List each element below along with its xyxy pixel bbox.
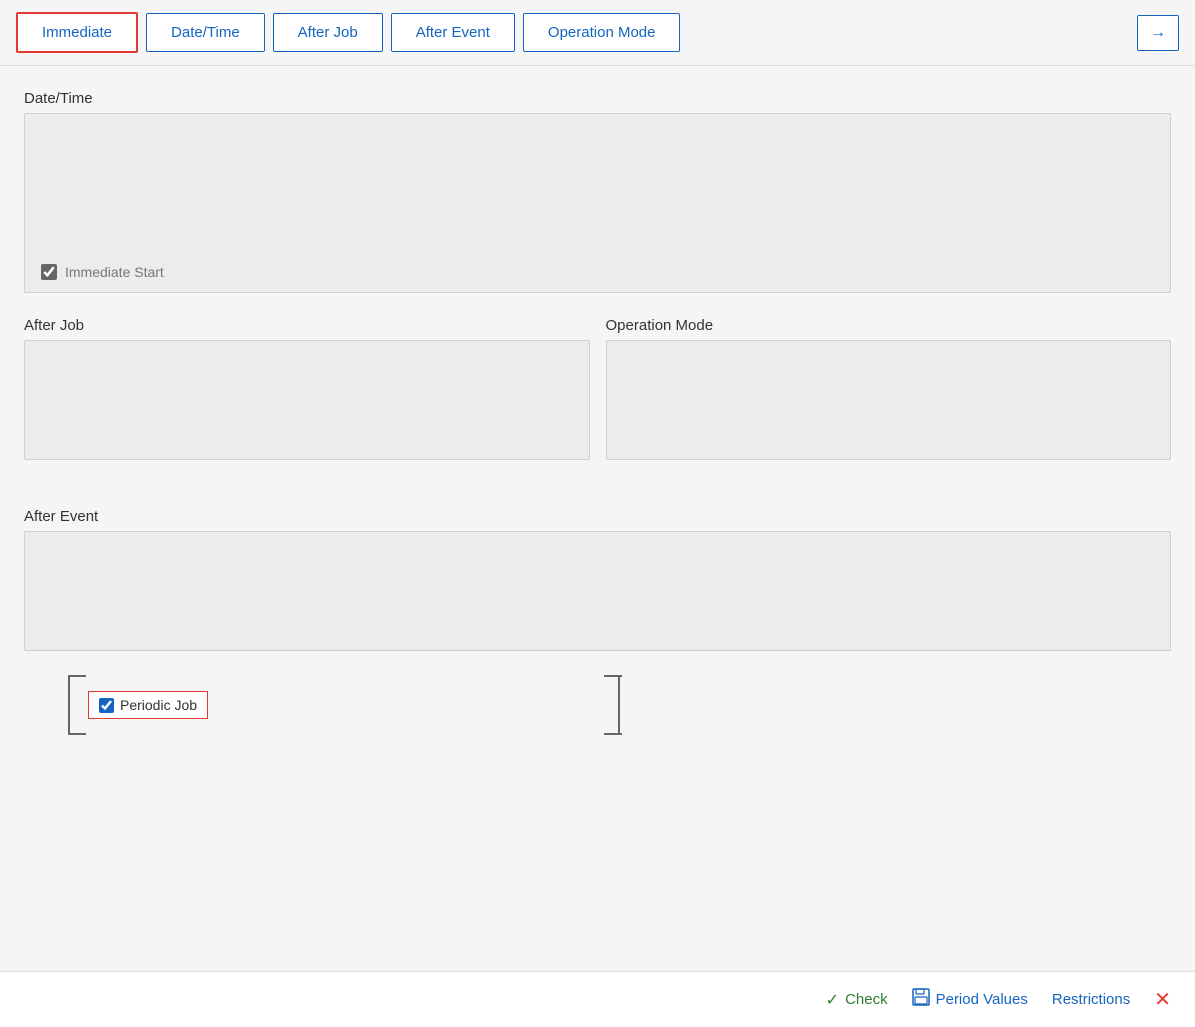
tab-after-event[interactable]: After Event: [391, 13, 515, 52]
two-col-section: After Job Operation Mode: [24, 317, 1171, 484]
immediate-start-checkbox[interactable]: [41, 264, 57, 280]
datetime-label: Date/Time: [24, 90, 1171, 107]
check-label: Check: [845, 991, 888, 1008]
operation-mode-panel: [606, 340, 1172, 460]
bottom-toolbar: ✓ Check Period Values Restrictions ✕: [0, 971, 1195, 1027]
after-event-panel: [24, 531, 1171, 651]
check-button[interactable]: ✓ Check: [826, 990, 888, 1010]
immediate-start-label: Immediate Start: [65, 264, 164, 280]
after-job-label: After Job: [24, 317, 590, 334]
content-area: Date/Time Immediate Start After Job Oper…: [0, 66, 1195, 1027]
periodic-job-label: Periodic Job: [120, 697, 197, 713]
periodic-job-box: Periodic Job: [88, 691, 208, 719]
periodic-section: Periodic Job: [24, 675, 1171, 735]
period-values-label: Period Values: [936, 991, 1028, 1008]
bracket-top-left: [68, 675, 86, 677]
periodic-job-checkbox[interactable]: [99, 698, 114, 713]
restrictions-label: Restrictions: [1052, 991, 1130, 1008]
period-values-button[interactable]: Period Values: [912, 988, 1028, 1011]
operation-mode-label: Operation Mode: [606, 317, 1172, 334]
operation-mode-col: Operation Mode: [606, 317, 1172, 484]
after-event-label: After Event: [24, 508, 1171, 525]
after-job-panel: [24, 340, 590, 460]
tab-datetime[interactable]: Date/Time: [146, 13, 265, 52]
tab-operation-mode[interactable]: Operation Mode: [523, 13, 681, 52]
datetime-panel: Immediate Start: [24, 113, 1171, 293]
save-icon: [912, 988, 930, 1011]
tab-immediate[interactable]: Immediate: [16, 12, 138, 53]
bracket-line-right: [618, 675, 620, 735]
datetime-section: Date/Time Immediate Start: [24, 90, 1171, 293]
immediate-start-row: Immediate Start: [41, 264, 1154, 280]
tab-after-job[interactable]: After Job: [273, 13, 383, 52]
restrictions-button[interactable]: Restrictions: [1052, 991, 1130, 1008]
check-icon: ✓: [826, 990, 839, 1010]
bracket-bottom-left: [68, 733, 86, 735]
close-button[interactable]: ✕: [1154, 987, 1171, 1012]
bracket-line-left: [68, 675, 70, 735]
tab-next-arrow[interactable]: →: [1137, 15, 1179, 51]
tab-bar: Immediate Date/Time After Job After Even…: [0, 0, 1195, 66]
after-event-section: After Event: [24, 508, 1171, 651]
main-container: Immediate Date/Time After Job After Even…: [0, 0, 1195, 1027]
close-icon: ✕: [1154, 987, 1171, 1012]
after-job-col: After Job: [24, 317, 590, 484]
